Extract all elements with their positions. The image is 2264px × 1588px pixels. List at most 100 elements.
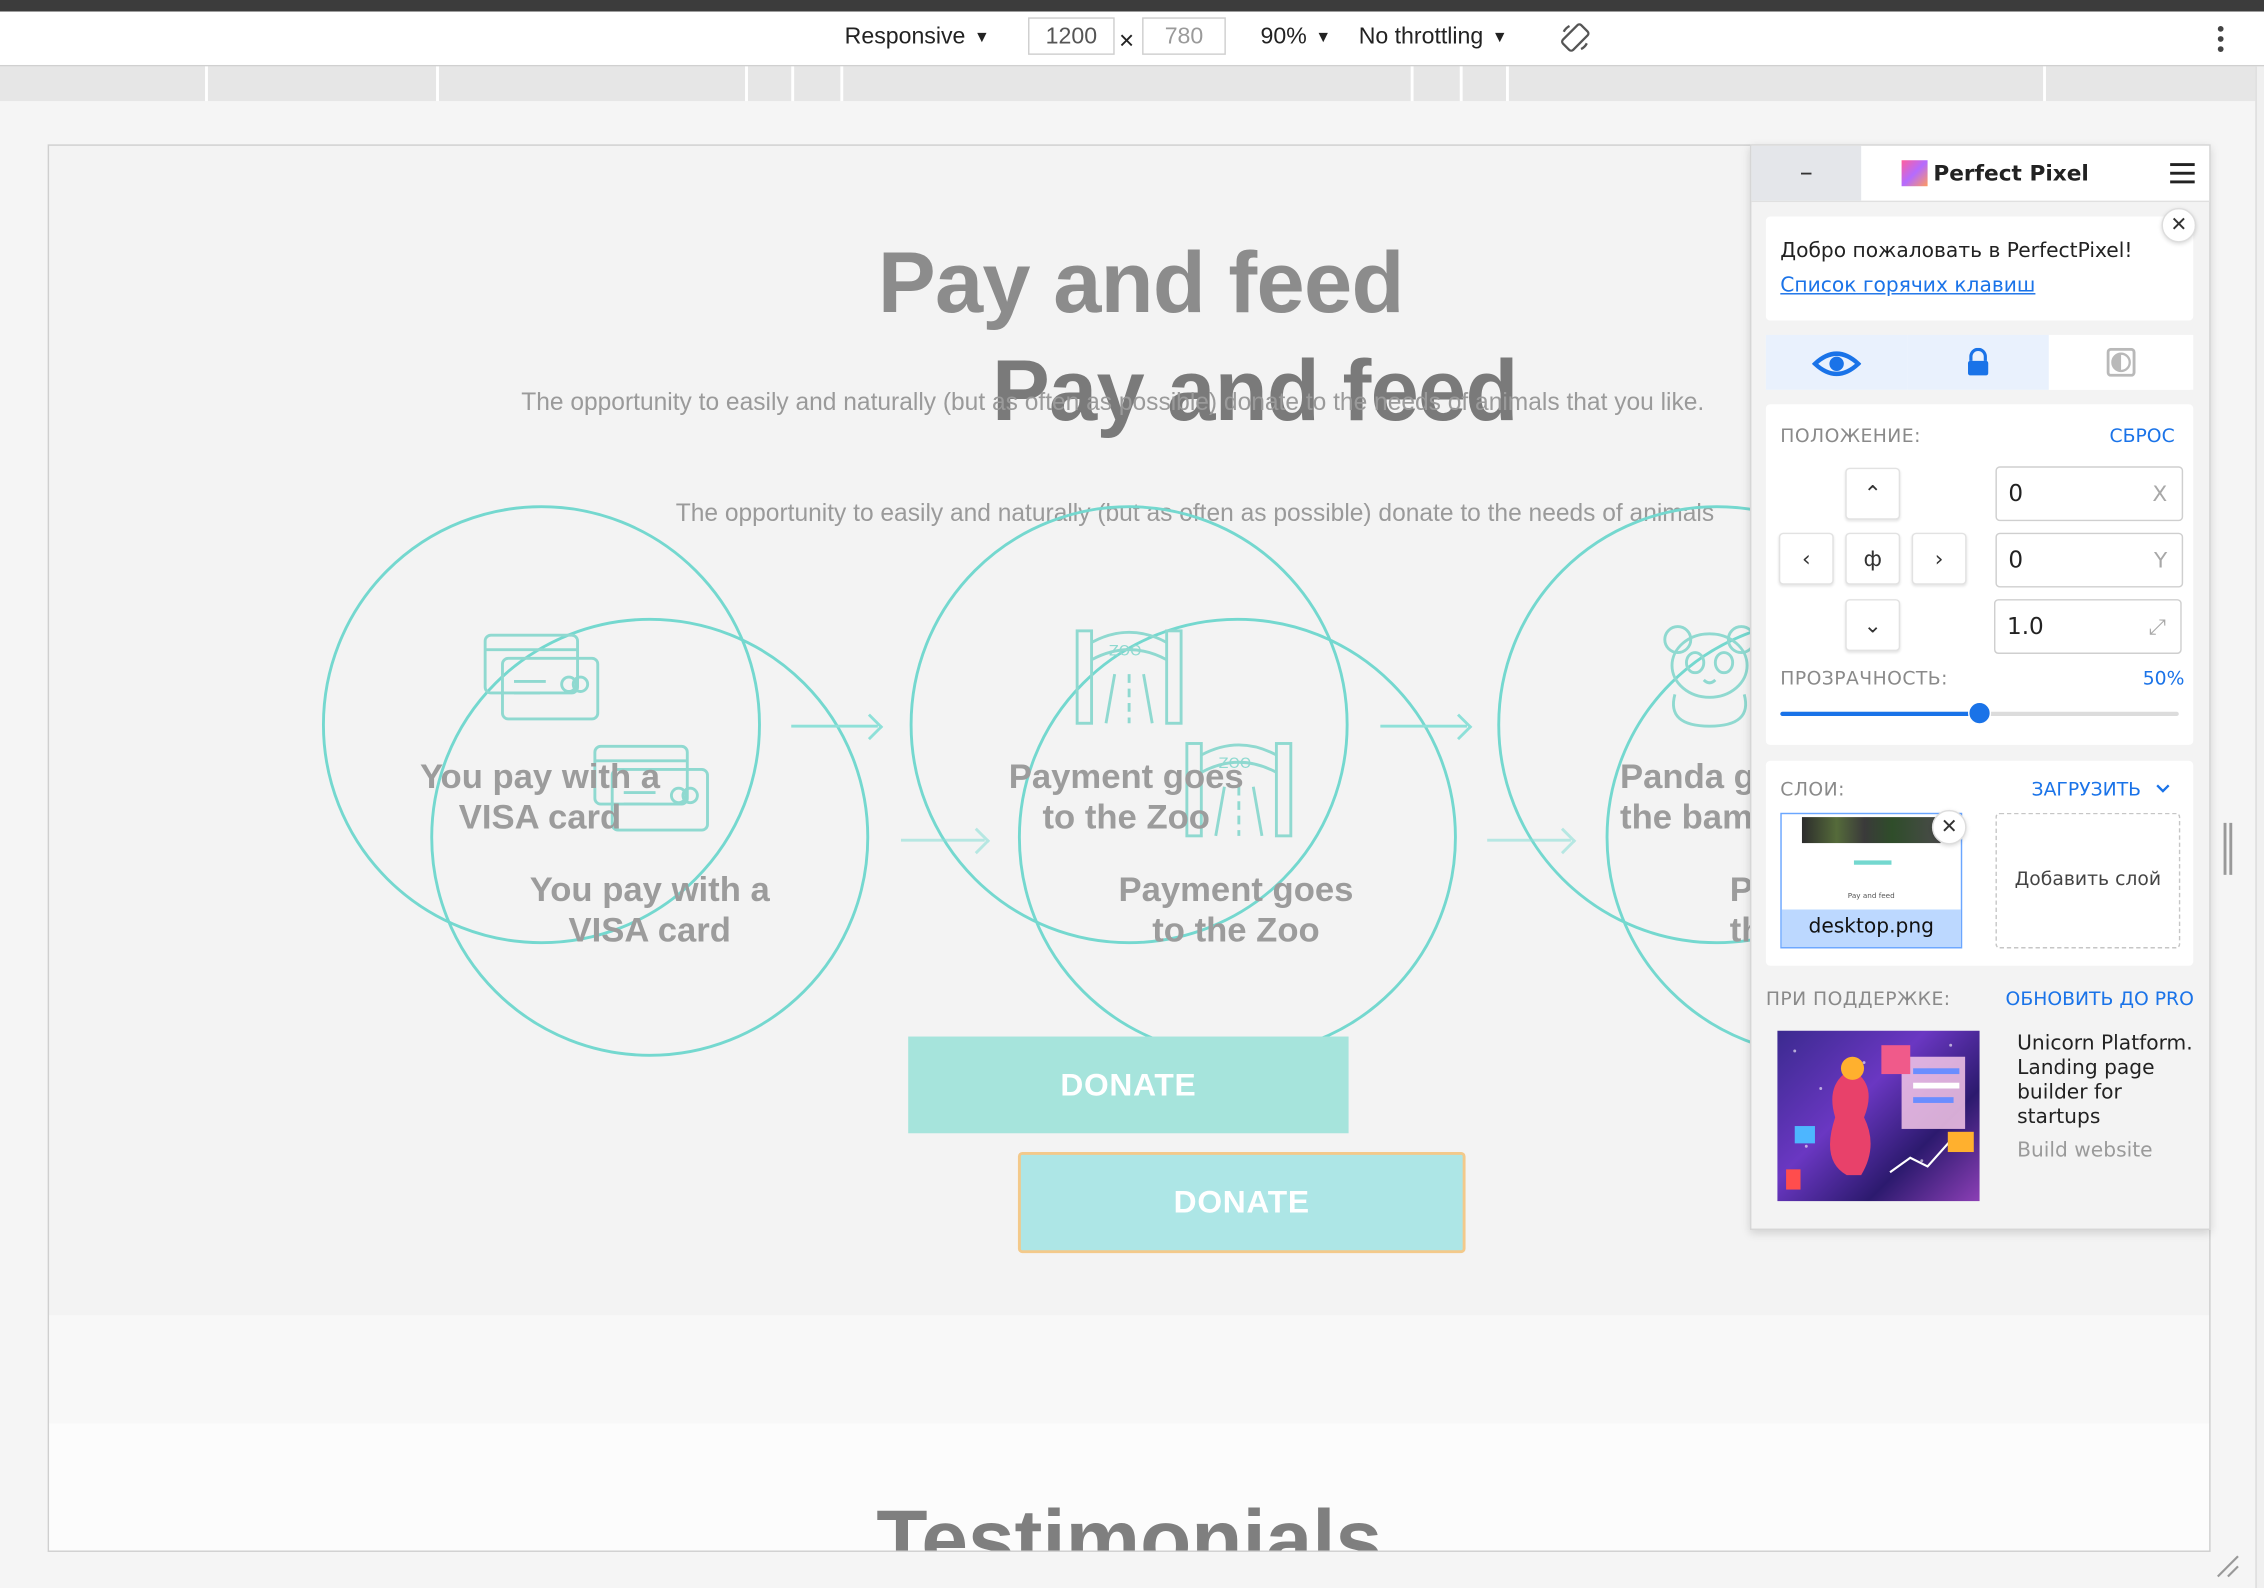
caret-down-icon: ▼	[974, 28, 990, 47]
step-label-line: to the Zoo	[1152, 910, 1320, 950]
arrow-right-icon[interactable]: ›	[1911, 532, 1967, 585]
hotkeys-link[interactable]: Список горячих клавиш	[1780, 274, 2035, 297]
promo-subtitle[interactable]: Build website	[2017, 1139, 2152, 1162]
page-subtitle: The opportunity to easily and naturally …	[521, 388, 1705, 416]
minimize-button[interactable]: –	[1751, 145, 1862, 201]
lock-icon	[1968, 347, 1989, 376]
caret-down-icon: ▼	[1315, 28, 1332, 47]
zoom-select-label: 90%	[1260, 24, 1307, 50]
width-input[interactable]: 1200	[1028, 17, 1115, 55]
step-label-line: Payment goes	[1118, 870, 1354, 910]
y-field[interactable]: Y	[1995, 532, 2184, 588]
window-top-strip	[0, 0, 2264, 12]
perfectpixel-logo	[1901, 160, 1928, 187]
svg-text:ZOO: ZOO	[1109, 643, 1142, 659]
close-icon[interactable]: ✕	[2161, 207, 2197, 243]
resize-handle-right[interactable]	[2223, 822, 2233, 875]
position-card: ПОЛОЖЕНИЕ: СБРОС ⌃ ‹ ф › ⌄ X Y ⤢ ПРОЗРАЧ…	[1765, 404, 2194, 745]
more-vert-icon[interactable]	[2215, 23, 2227, 63]
close-icon[interactable]: ✕	[1931, 809, 1967, 845]
opacity-slider-thumb[interactable]	[1968, 701, 1992, 725]
x-field[interactable]: X	[1995, 466, 2184, 522]
arrow-right-icon	[1487, 838, 1571, 842]
step-label-line: You pay with a	[419, 757, 661, 797]
upload-label: ЗАГРУЗИТЬ	[2031, 779, 2142, 802]
upload-link[interactable]: ЗАГРУЗИТЬ	[2031, 779, 2171, 802]
donate-button[interactable]: DONATE	[908, 1036, 1349, 1134]
overlay-step-label: You pay with a VISA card	[491, 871, 809, 952]
panel-header: – Perfect Pixel	[1751, 145, 2210, 203]
arrow-up-icon[interactable]: ⌃	[1845, 467, 1901, 520]
step-label-line: VISA card	[568, 910, 731, 950]
promo-title[interactable]: Unicorn Platform. Landing page builder f…	[2017, 1032, 2202, 1130]
opacity-slider[interactable]	[1780, 701, 2179, 725]
step-label: Payment goes to the Zoo	[967, 758, 1285, 839]
step-label-line: VISA card	[458, 798, 622, 838]
perfectpixel-panel: – Perfect Pixel Добро пожаловать в Perfe…	[1749, 144, 2211, 1230]
support-label: ПРИ ПОДДЕРЖКЕ:	[1765, 988, 1951, 1011]
layers-card: СЛОИ: ЗАГРУЗИТЬ Pay and feed desktop.png…	[1765, 760, 2194, 966]
layers-label: СЛОИ:	[1780, 779, 1845, 802]
y-axis-label: Y	[2154, 547, 2168, 574]
page-title: Pay and feed	[877, 233, 1404, 331]
center-icon[interactable]: ф	[1845, 532, 1901, 585]
scale-field[interactable]: ⤢	[1993, 599, 2182, 654]
device-select-label: Responsive	[844, 24, 966, 50]
chevron-down-icon	[2156, 784, 2170, 793]
corner-resize-icon[interactable]	[2215, 1553, 2241, 1586]
tab-lock[interactable]	[1907, 334, 2049, 390]
tab-visibility[interactable]	[1765, 334, 1908, 390]
reset-link[interactable]: СБРОС	[2110, 426, 2175, 448]
credit-card-icon	[483, 633, 600, 721]
thumbnail-accent	[1853, 860, 1892, 865]
scrollbar[interactable]	[2255, 66, 2264, 1588]
overlay-step-label: Payment goes to the Zoo	[1077, 871, 1395, 952]
x-axis-label: X	[2152, 480, 2168, 507]
step-label-line: You pay with a	[529, 870, 770, 910]
welcome-text: Добро пожаловать в PerfectPixel!	[1780, 239, 2133, 263]
times-sign: ×	[1119, 25, 1135, 55]
arrow-right-icon	[900, 838, 985, 842]
throttle-select[interactable]: No throttling ▼	[1359, 23, 1508, 52]
upgrade-link[interactable]: ОБНОВИТЬ ДО PRO	[2006, 989, 2194, 1011]
device-select[interactable]: Responsive ▼	[845, 23, 990, 52]
y-input[interactable]	[2008, 545, 2139, 574]
scale-input[interactable]	[2006, 612, 2137, 640]
eye-icon	[1812, 351, 1862, 377]
opacity-label: ПРОЗРАЧНОСТЬ:	[1780, 668, 1948, 691]
mode-tabs	[1765, 334, 2194, 390]
opacity-value: 50%	[2142, 668, 2185, 691]
step-label: You pay with a VISA card	[381, 758, 699, 839]
step-label-line: to the Zoo	[1042, 798, 1210, 838]
arrow-right-icon	[1380, 724, 1467, 728]
devtools-device-toolbar: Responsive ▼ 1200 × 780 90% ▼ No throttlin…	[0, 11, 2264, 67]
promo-image[interactable]	[1777, 1030, 1980, 1202]
throttle-select-label: No throttling	[1358, 24, 1484, 50]
hamburger-icon[interactable]	[2170, 163, 2195, 184]
position-label: ПОЛОЖЕНИЕ:	[1780, 425, 1921, 448]
arrow-down-icon[interactable]: ⌄	[1845, 599, 1901, 652]
caret-down-icon: ▼	[1491, 28, 1508, 47]
add-layer-button[interactable]: Добавить слой	[1995, 812, 2181, 949]
tab-invert[interactable]	[2048, 334, 2191, 390]
thumbnail-title: Pay and feed	[1847, 892, 1895, 901]
zoo-gate-icon: ZOO	[1075, 629, 1183, 725]
resize-icon: ⤢	[2148, 613, 2166, 640]
panel-title: Perfect Pixel	[1933, 160, 2089, 187]
step-label-line: Payment goes	[1008, 757, 1244, 797]
thumbnail-header-image	[1801, 817, 1941, 844]
arrow-left-icon[interactable]: ‹	[1778, 532, 1834, 585]
welcome-card: Добро пожаловать в PerfectPixel! Список …	[1765, 207, 2197, 321]
testimonials-heading: Testimonials	[876, 1492, 1383, 1552]
invert-icon	[2106, 347, 2136, 377]
layer-name: desktop.png	[1781, 909, 1961, 948]
arrow-right-icon	[791, 724, 878, 728]
media-query-bar[interactable]	[0, 66, 2256, 102]
zoom-select[interactable]: 90% ▼	[1261, 23, 1332, 52]
browser-window: Responsive ▼ 1200 × 780 90% ▼ No throttlin…	[0, 0, 2264, 1588]
rotate-icon[interactable]	[1559, 22, 1591, 62]
height-input[interactable]: 780	[1142, 17, 1226, 55]
x-input[interactable]	[2008, 479, 2139, 507]
opacity-slider-fill	[1780, 711, 1980, 717]
overlay-donate-button[interactable]: DONATE	[1017, 1152, 1466, 1254]
